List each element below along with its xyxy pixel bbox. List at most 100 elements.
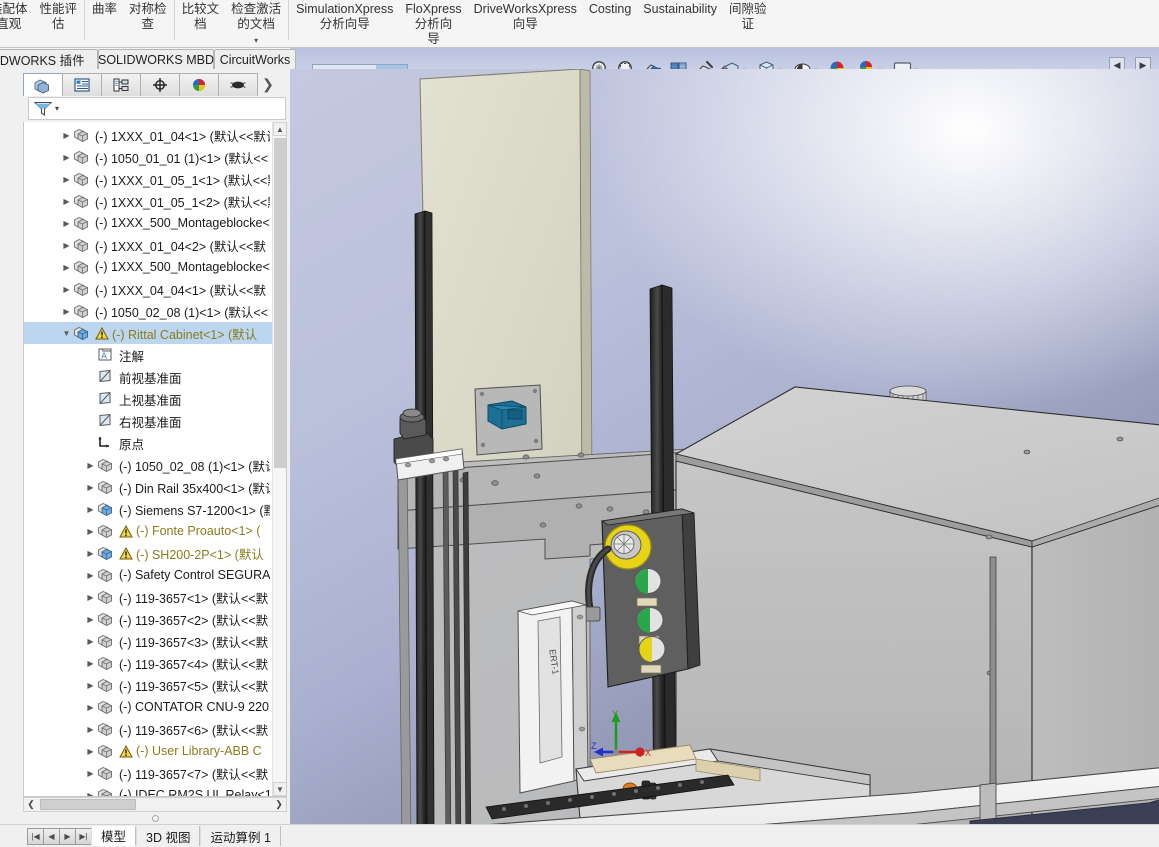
driveworksxpress-wizard-button[interactable]: DriveWorksXpress 向导 (468, 0, 583, 46)
tree-row-selected[interactable]: ▼ (-) Rittal Cabinet<1> (默认 (24, 322, 286, 344)
feature-manager-more-tabs[interactable]: ❯ (257, 73, 279, 96)
feature-tree[interactable]: ▶ (-) 1XXX_01_04<1> (默认<<默认 ▶ (-) 1050_01_0… (23, 122, 287, 797)
feature-manager-splitter[interactable] (23, 813, 287, 824)
tree-expand-arrow-icon[interactable]: ▶ (60, 131, 73, 140)
tab-circuitworks-manager[interactable] (218, 73, 258, 96)
doc-nav-last[interactable]: ▶| (75, 827, 92, 845)
simulationxpress-analysis-wizard-button[interactable]: SimulationXpress 分析向导 (290, 0, 399, 46)
tree-row[interactable]: ▶ (-) Din Rail 35x400<1> (默认 (24, 476, 286, 498)
tree-expand-arrow-icon[interactable]: ▶ (84, 593, 97, 602)
tree-expand-arrow-icon[interactable]: ▶ (60, 285, 73, 294)
tree-expand-arrow-icon[interactable]: ▶ (84, 703, 97, 712)
tab-dimxpert-manager[interactable] (140, 73, 180, 96)
tree-expand-arrow-icon[interactable]: ▶ (84, 681, 97, 690)
tree-row[interactable]: ▶ (-) 1XXX_01_04<2> (默认<<默 (24, 234, 286, 256)
tree-expand-arrow-icon[interactable]: ▶ (84, 461, 97, 470)
compare-documents-button[interactable]: 比较文档 (176, 0, 226, 46)
feature-tree-scroll-left[interactable]: ❮ (24, 798, 38, 811)
assembly-visualization-button[interactable]: 装配体直观 (0, 0, 34, 46)
tree-row[interactable]: 前视基准面 (24, 366, 286, 388)
feature-tree-scroll-right[interactable]: ❯ (272, 798, 286, 811)
tree-row[interactable]: ▶ (-) 119-3657<5> (默认<<默 (24, 674, 286, 696)
tree-row[interactable]: ▶ (-) 1XXX_01_05_1<2> (默认<<默 (24, 190, 286, 212)
clearance-verification-button[interactable]: 间隙验证 (723, 0, 773, 46)
tree-row[interactable]: ▶ (-) 119-3657<1> (默认<<默 (24, 586, 286, 608)
tree-expand-arrow-icon[interactable]: ▶ (84, 483, 97, 492)
tree-row[interactable]: ▶ (-) Siemens S7-1200<1> (默 (24, 498, 286, 520)
doc-nav-first[interactable]: |◀ (27, 827, 44, 845)
tree-row[interactable]: ▶ (-) IDEC RM2S UL Relay<1 (24, 784, 286, 796)
curvature-button[interactable]: 曲率 (86, 0, 123, 46)
tree-row[interactable]: ▶ (-) 119-3657<4> (默认<<默 (24, 652, 286, 674)
tab-configuration-manager[interactable] (101, 73, 141, 96)
splitter-handle[interactable] (151, 815, 159, 822)
tree-row[interactable]: ▶ (-) 1050_01_01 (1)<1> (默认<< (24, 146, 286, 168)
tab-solidworks-mbd[interactable]: SOLIDWORKS MBD (98, 49, 214, 69)
tree-expand-arrow-icon[interactable]: ▶ (60, 153, 73, 162)
tree-row[interactable]: ▶ (-) CONTATOR CNU-9 220 (24, 696, 286, 718)
tree-row[interactable]: ▶ (-) 1XXX_01_05_1<1> (默认<<默 (24, 168, 286, 190)
tree-row[interactable]: ▶ (-) 1XXX_01_04<1> (默认<<默认 (24, 124, 286, 146)
feature-tree-hscroll-thumb[interactable] (40, 799, 136, 810)
tab-display-manager[interactable] (179, 73, 219, 96)
feature-tree-hscrollbar[interactable]: ❮ ❯ (23, 797, 287, 812)
tree-row[interactable]: ▶ (-) SH200-2P<1> (默认 (24, 542, 286, 564)
check-active-document-button[interactable]: 检查激活 的文档 ▾ (225, 0, 287, 46)
tree-expand-arrow-icon[interactable]: ▶ (60, 307, 73, 316)
tree-expand-arrow-icon[interactable]: ▶ (84, 769, 97, 778)
costing-button[interactable]: Costing (583, 0, 637, 46)
check-active-document-caret-icon[interactable]: ▾ (254, 33, 258, 48)
tree-row[interactable]: ▶ (-) 1050_02_08 (1)<1> (默认<< (24, 300, 286, 322)
doctab-motion-study-1[interactable]: 运动算例 1 (200, 826, 281, 846)
tree-expand-arrow-icon[interactable]: ▶ (84, 637, 97, 646)
tab-circuitworks[interactable]: CircuitWorks (214, 49, 296, 69)
tree-row[interactable]: ▶ (-) 119-3657<6> (默认<<默 (24, 718, 286, 740)
tab-feature-tree[interactable] (23, 73, 63, 96)
tree-expand-arrow-icon[interactable]: ▶ (60, 197, 73, 206)
tree-collapse-arrow-icon[interactable]: ▼ (60, 329, 73, 338)
graphics-viewport[interactable]: ERT-1 Y X Z (290, 69, 1159, 824)
tree-row[interactable]: 原点 (24, 432, 286, 454)
floxpress-analysis-wizard-button[interactable]: FloXpress 分析向导 (399, 0, 467, 46)
tree-expand-arrow-icon[interactable]: ▶ (60, 219, 73, 228)
tree-row[interactable]: ▶ (-) 119-3657<2> (默认<<默 (24, 608, 286, 630)
tree-expand-arrow-icon[interactable]: ▶ (84, 527, 97, 536)
tree-expand-arrow-icon[interactable]: ▶ (60, 175, 73, 184)
tree-row[interactable]: ▶ (-) 1XXX_500_Montageblocke< (24, 256, 286, 278)
feature-tree-filter-bar[interactable]: ▾ (28, 97, 286, 120)
tab-property-manager[interactable] (62, 73, 102, 96)
tree-row[interactable]: ▶ (-) Fonte Proauto<1> ( (24, 520, 286, 542)
symmetry-check-button[interactable]: 对称检查 (123, 0, 173, 46)
tree-expand-arrow-icon[interactable]: ▶ (60, 241, 73, 250)
tree-expand-arrow-icon[interactable]: ▶ (84, 725, 97, 734)
tree-expand-arrow-icon[interactable]: ▶ (84, 659, 97, 668)
tree-expand-arrow-icon[interactable]: ▶ (84, 571, 97, 580)
tree-expand-arrow-icon[interactable]: ▶ (84, 505, 97, 514)
doctab-model[interactable]: 模型 (91, 826, 137, 846)
feature-tree-scroll-up[interactable]: ▲ (273, 122, 286, 136)
tab-solidworks-addins[interactable]: SOLIDWORKS 插件 (0, 49, 98, 69)
tree-expand-arrow-icon[interactable]: ▶ (84, 747, 97, 756)
tree-row[interactable]: ▶ (-) 1XXX_500_Montageblocke< (24, 212, 286, 234)
tree-row[interactable]: ▶ (-) 119-3657<3> (默认<<默 (24, 630, 286, 652)
doc-nav-prev[interactable]: ◀ (43, 827, 60, 845)
performance-evaluation-button[interactable]: 性能评估 (34, 0, 84, 46)
tree-row[interactable]: ▶ (-) Safety Control SEGURAI (24, 564, 286, 586)
tree-row[interactable]: ▶ (-) 1XXX_04_04<1> (默认<<默 (24, 278, 286, 300)
tree-expand-arrow-icon[interactable]: ▶ (60, 263, 73, 272)
tree-row[interactable]: 右视基准面 (24, 410, 286, 432)
feature-tree-vscrollbar[interactable]: ▲ ▼ (272, 122, 286, 796)
tree-expand-arrow-icon[interactable]: ▶ (84, 549, 97, 558)
feature-tree-scroll-down[interactable]: ▼ (273, 782, 286, 796)
tree-row[interactable]: ▶ (-) User Library-ABB C (24, 740, 286, 762)
tree-row[interactable]: ▶ (-) 119-3657<7> (默认<<默 (24, 762, 286, 784)
tree-row[interactable]: A 注解 (24, 344, 286, 366)
sustainability-button[interactable]: Sustainability (637, 0, 723, 46)
tree-row[interactable]: 上视基准面 (24, 388, 286, 410)
feature-tree-scroll-thumb[interactable] (274, 138, 286, 468)
doc-nav-next[interactable]: ▶ (59, 827, 76, 845)
doctab-3d-views[interactable]: 3D 视图 (136, 826, 201, 846)
tree-row[interactable]: ▶ (-) 1050_02_08 (1)<1> (默认 (24, 454, 286, 476)
filter-caret-icon[interactable]: ▾ (55, 104, 59, 113)
tree-expand-arrow-icon[interactable]: ▶ (84, 615, 97, 624)
